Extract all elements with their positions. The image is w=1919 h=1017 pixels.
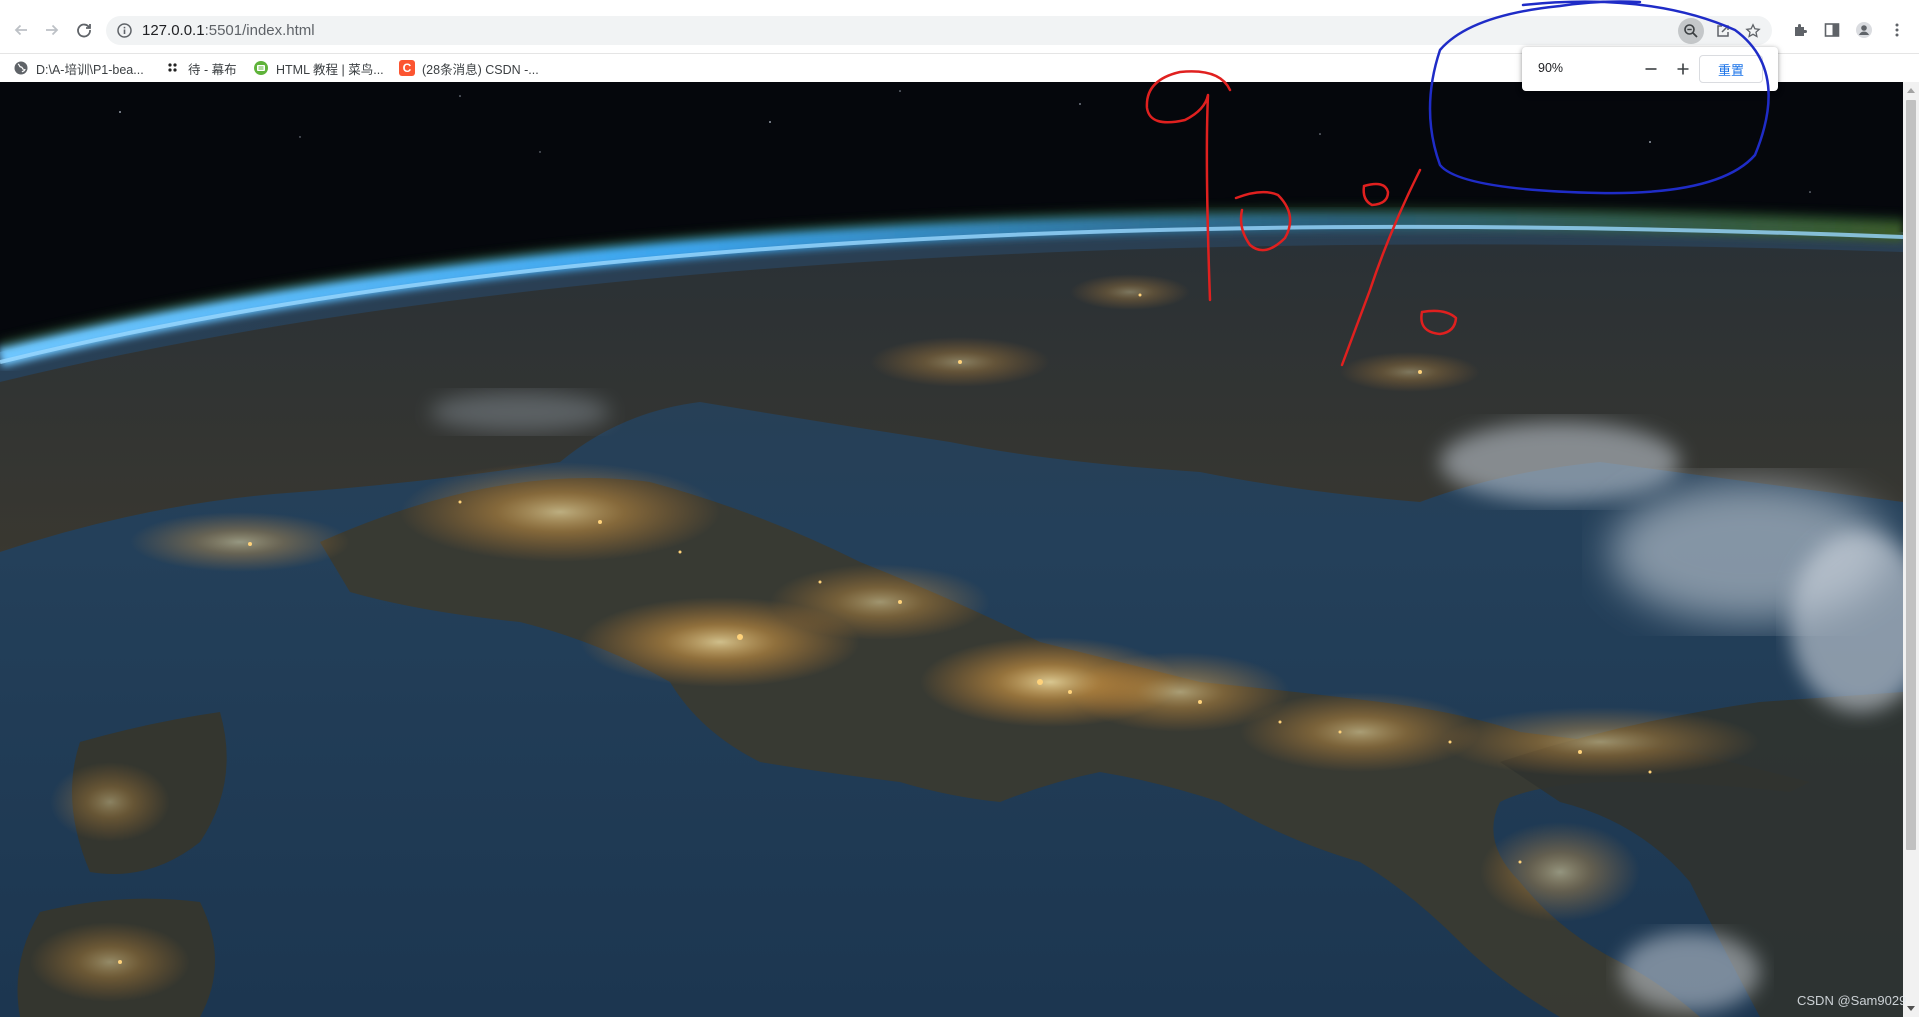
scroll-up-arrow[interactable] <box>1903 82 1919 98</box>
bookmark-label: (28条消息) CSDN -... <box>422 62 539 77</box>
bookmark-label: HTML 教程 | 菜鸟... <box>276 62 384 77</box>
side-panel-button[interactable] <box>1818 16 1846 44</box>
csdn-icon-letter: C <box>399 60 415 76</box>
page-content <box>0 82 1903 1017</box>
zoom-in-button[interactable] <box>1671 57 1695 81</box>
arrow-left-icon <box>14 24 27 36</box>
url-text[interactable]: 127.0.0.1:5501/index.html <box>142 22 315 39</box>
bookmark-label: D:\A-培训\P1-bea... <box>36 62 144 77</box>
globe-icon <box>13 60 29 76</box>
browser-window: 127.0.0.1:5501/index.html D:\A-培训\P1-bea… <box>0 0 1919 1017</box>
star-icon <box>1745 23 1761 38</box>
url-path: :5501/index.html <box>204 22 315 39</box>
side-panel-icon <box>1824 23 1840 37</box>
puzzle-icon <box>1795 24 1807 36</box>
profile-button[interactable] <box>1850 16 1878 44</box>
vertical-scrollbar[interactable] <box>1903 82 1919 1017</box>
csdn-icon: C <box>399 60 415 76</box>
bookmark-star-button[interactable] <box>1740 18 1766 44</box>
watermark: CSDN @Sam9029 <box>1797 993 1907 1008</box>
scrollbar-thumb[interactable] <box>1906 100 1916 850</box>
share-button[interactable] <box>1710 18 1736 44</box>
plus-icon <box>1677 63 1689 75</box>
earth-at-night-photo <box>0 82 1903 1017</box>
caret-up-icon <box>1907 88 1915 93</box>
zoom-out-button[interactable] <box>1639 57 1663 81</box>
avatar-icon <box>1856 22 1872 38</box>
reload-button[interactable] <box>70 16 98 44</box>
back-button[interactable] <box>7 16 35 44</box>
runoob-icon <box>253 60 269 76</box>
caret-down-icon <box>1907 1006 1915 1011</box>
bookmark-csdn[interactable]: C (28条消息) CSDN -... <box>399 57 539 79</box>
zoom-reset-button[interactable]: 重置 <box>1699 55 1763 83</box>
bookmark-mubu[interactable]: 待 - 幕布 <box>165 57 237 79</box>
share-icon <box>1717 25 1729 37</box>
bookmark-local-folder[interactable]: D:\A-培训\P1-bea... <box>13 57 144 79</box>
zoom-out-magnifier-icon <box>1684 24 1698 38</box>
arrow-right-icon <box>46 24 59 36</box>
zoom-popup: 90% 重置 <box>1522 47 1778 91</box>
kebab-menu-icon <box>1895 23 1899 37</box>
info-icon[interactable] <box>116 22 133 39</box>
bookmark-label: 待 - 幕布 <box>188 62 237 77</box>
url-host: 127.0.0.1 <box>142 22 205 39</box>
mubu-icon <box>165 60 181 76</box>
zoom-level: 90% <box>1538 61 1564 75</box>
bookmark-runoob[interactable]: HTML 教程 | 菜鸟... <box>253 57 384 79</box>
menu-button[interactable] <box>1883 16 1911 44</box>
address-bar[interactable]: 127.0.0.1:5501/index.html <box>106 16 1772 45</box>
zoom-indicator-button[interactable] <box>1678 18 1704 44</box>
reload-icon <box>77 23 91 38</box>
minus-icon <box>1645 68 1657 70</box>
browser-toolbar: 127.0.0.1:5501/index.html <box>0 0 1919 54</box>
extensions-button[interactable] <box>1787 16 1815 44</box>
forward-button[interactable] <box>38 16 66 44</box>
